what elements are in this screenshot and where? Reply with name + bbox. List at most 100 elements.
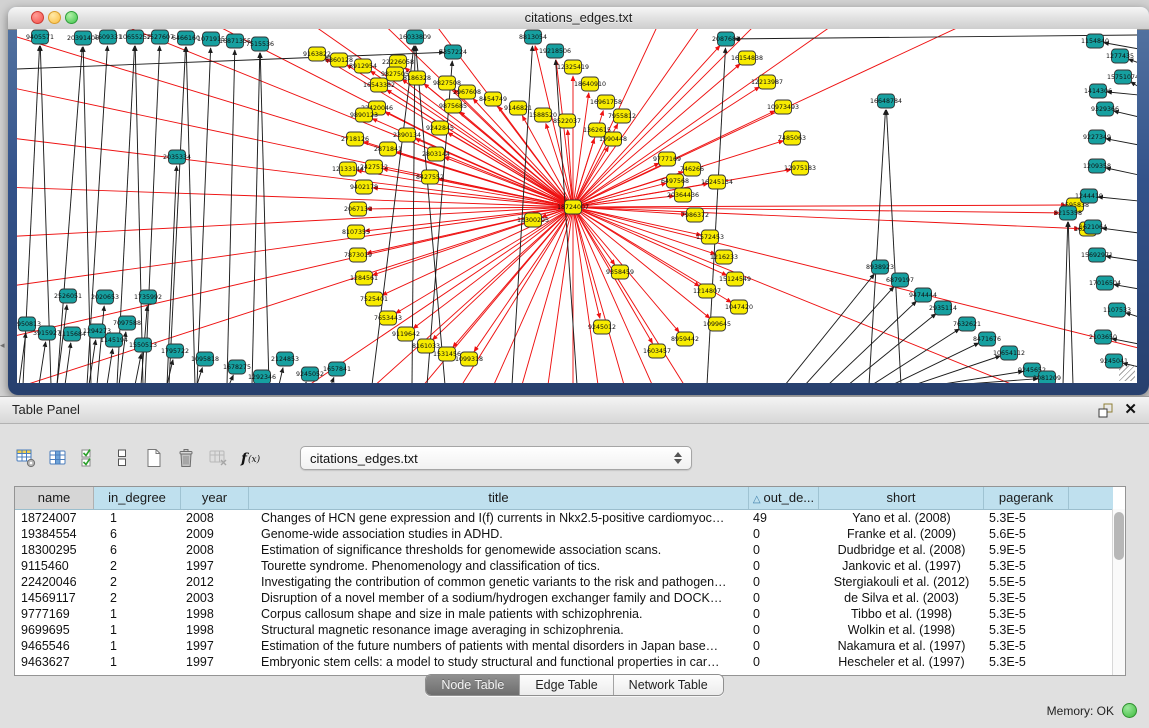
graph-node[interactable]: 1277435 [1106, 49, 1134, 63]
tab-network-table[interactable]: Network Table [613, 675, 723, 695]
graph-node[interactable]: 9329366 [1091, 102, 1119, 116]
graph-node[interactable]: 9405571 [26, 30, 54, 44]
graph-node[interactable]: 1209358 [1083, 159, 1111, 173]
graph-node[interactable]: 7955812 [608, 109, 636, 123]
column-header-out_de[interactable]: △out_de... [749, 487, 819, 509]
table-row[interactable]: 1830029562008Estimation of significance … [15, 542, 1113, 558]
table-row[interactable]: 911546021997Tourette syndrome. Phenomeno… [15, 558, 1113, 574]
new-table-icon[interactable] [144, 448, 164, 468]
graph-node[interactable]: 6879197 [886, 273, 914, 287]
graph-node[interactable]: 9474444 [909, 288, 937, 302]
graph-node[interactable]: 1572453 [696, 230, 724, 244]
graph-node[interactable]: 9227349 [1083, 130, 1111, 144]
table-row[interactable]: 1456911722003Disruption of a novel membe… [15, 590, 1113, 606]
delete-trash-icon[interactable] [176, 448, 196, 468]
graph-node[interactable]: 9119642 [392, 327, 420, 341]
graph-node[interactable]: 15751074 [1107, 70, 1137, 84]
graph-node[interactable]: 2020653 [91, 290, 119, 304]
column-header-short[interactable]: short [819, 487, 984, 509]
column-header-title[interactable]: title [249, 487, 749, 509]
table-settings-icon[interactable] [16, 448, 36, 468]
table-vertical-scrollbar[interactable] [1112, 509, 1125, 675]
graph-node[interactable]: 9827508 [433, 76, 461, 90]
graph-node[interactable]: 2718126 [341, 132, 369, 146]
graph-node[interactable]: 8454749 [479, 92, 507, 106]
table-row[interactable]: 1938455462009Genome-wide association stu… [15, 526, 1113, 542]
graph-node[interactable]: 6497568 [661, 174, 689, 188]
graph-node[interactable]: 17016504 [1089, 276, 1121, 290]
graph-node[interactable]: 1099645 [703, 317, 731, 331]
graph-node[interactable]: 2124853 [271, 352, 299, 366]
table-row[interactable]: 1872400712008Changes of HCN gene express… [15, 510, 1113, 526]
graph-node[interactable]: 9245052 [296, 367, 324, 381]
graph-node[interactable]: 1795722 [161, 344, 189, 358]
graph-node[interactable]: 1115684 [58, 327, 86, 341]
merge-rows-icon[interactable] [112, 448, 132, 468]
graph-node[interactable]: 9245012 [588, 320, 616, 334]
panel-collapse-arrow[interactable]: ◂ [0, 340, 5, 351]
row-check-icon[interactable] [80, 448, 100, 468]
graph-node[interactable]: 16154838 [731, 51, 763, 65]
graph-node[interactable]: 7986372 [681, 208, 709, 222]
column-select-icon[interactable] [48, 448, 68, 468]
graph-node[interactable]: 16648784 [870, 94, 902, 108]
graph-node[interactable]: 6466160 [172, 31, 200, 45]
graph-node[interactable]: 7357224 [439, 45, 467, 59]
graph-node[interactable]: 1214807 [693, 284, 721, 298]
graph-node[interactable]: 2526051 [54, 289, 82, 303]
table-row[interactable]: 946554611997Estimation of the future num… [15, 638, 1113, 654]
graph-node[interactable]: 2035334 [163, 150, 191, 164]
column-header-in_degree[interactable]: in_degree [94, 487, 181, 509]
graph-node[interactable]: 1603457 [643, 344, 671, 358]
graph-node[interactable]: 8959442 [671, 332, 699, 346]
graph-node[interactable]: 2935114 [929, 301, 957, 315]
table-row[interactable]: 969969511998Structural magnetic resonanc… [15, 622, 1113, 638]
graph-node[interactable]: 8938923 [866, 260, 894, 274]
column-header-name[interactable]: name [15, 487, 94, 509]
graph-node[interactable]: 7485063 [778, 131, 806, 145]
graph-node[interactable]: 8813054 [519, 30, 547, 44]
graph-node[interactable]: 7873019 [344, 248, 372, 262]
graph-node[interactable]: 10654112 [993, 346, 1025, 360]
graph-node[interactable]: 1527607 [146, 30, 174, 44]
graph-node[interactable]: 1154840 [1081, 34, 1109, 48]
graph-node[interactable]: 2067139 [344, 202, 372, 216]
table-row[interactable]: 977716911998Corpus callosum shape and si… [15, 606, 1113, 622]
graph-node[interactable]: 19218506 [539, 44, 571, 58]
table-selector-dropdown[interactable]: citations_edges.txt [300, 446, 692, 470]
network-canvas[interactable]: 1872400791638228860128891295422226058982… [17, 29, 1137, 383]
graph-node[interactable]: 8912954 [349, 59, 377, 73]
window-titlebar[interactable]: citations_edges.txt [8, 7, 1149, 30]
graph-node[interactable]: 16961758 [590, 95, 622, 109]
float-window-icon[interactable] [1098, 403, 1113, 423]
graph-node[interactable]: 7632621 [953, 317, 981, 331]
graph-node[interactable]: 8522037 [553, 114, 581, 128]
graph-node[interactable]: 1284561 [350, 271, 378, 285]
scrollbar-thumb[interactable] [1114, 512, 1124, 560]
graph-node[interactable]: 1107533 [1103, 303, 1131, 317]
graph-node[interactable]: 12213987 [751, 75, 783, 89]
resize-grip-icon[interactable] [1119, 365, 1135, 381]
graph-node[interactable]: 16245154 [701, 175, 733, 189]
graph-node[interactable]: 15692971 [1081, 248, 1113, 262]
function-builder-icon[interactable]: f(x) [240, 448, 260, 468]
close-panel-icon[interactable]: ✕ [1124, 400, 1137, 418]
graph-node[interactable]: 16033809 [399, 30, 431, 44]
graph-node[interactable]: 18640910 [574, 77, 606, 91]
graph-node[interactable]: 1657841 [323, 362, 351, 376]
graph-node[interactable]: 8427552 [416, 170, 444, 184]
graph-node[interactable]: 12325419 [557, 60, 589, 74]
graph-node[interactable]: 9146821 [504, 101, 532, 115]
tab-edge-table[interactable]: Edge Table [519, 675, 612, 695]
graph-node[interactable]: 1414306 [1084, 84, 1112, 98]
column-header-pagerank[interactable]: pagerank [984, 487, 1069, 509]
graph-node[interactable]: 7653443 [374, 311, 402, 325]
column-header-year[interactable]: year [181, 487, 249, 509]
table-row[interactable]: 946362711997Embryonic stem cells: a mode… [15, 654, 1113, 670]
graph-node[interactable]: 8107355 [342, 225, 370, 239]
graph-node[interactable]: 8950813 [17, 317, 41, 331]
graph-node[interactable]: 1047420 [725, 300, 753, 314]
graph-node[interactable]: 12975183 [784, 161, 816, 175]
graph-node[interactable]: 7097588 [113, 316, 141, 330]
graph-node[interactable]: 746266 [680, 162, 704, 176]
